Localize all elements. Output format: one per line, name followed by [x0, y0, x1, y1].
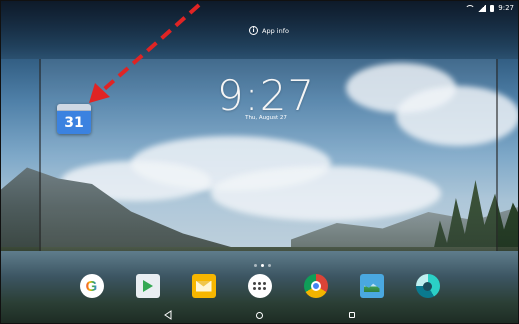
- dock: G: [1, 269, 518, 303]
- app-info-label: App info: [262, 26, 289, 35]
- email-app-icon[interactable]: [191, 274, 216, 298]
- wifi-icon: [464, 4, 476, 12]
- recents-icon: [348, 312, 355, 318]
- app-drawer-icon[interactable]: [247, 274, 272, 298]
- play-store-icon[interactable]: [135, 274, 160, 298]
- battery-icon: [490, 4, 495, 12]
- calendar-icon-header: [57, 104, 91, 111]
- back-button[interactable]: [163, 310, 173, 320]
- google-g-glyph: G: [85, 277, 98, 295]
- photos-icon[interactable]: [359, 274, 384, 298]
- chrome-icon[interactable]: [303, 274, 328, 298]
- home-icon: [256, 311, 263, 319]
- status-time: 9:27: [498, 4, 514, 12]
- calendar-icon-day: 31: [57, 111, 91, 134]
- tablet-screen: 9:27 i App info 9:27 Thu, August 27 31 G: [0, 0, 519, 324]
- status-bar: 9:27: [1, 1, 518, 15]
- clock-widget-time[interactable]: 9:27: [201, 71, 331, 120]
- google-app-icon[interactable]: G: [79, 274, 104, 298]
- back-icon: [163, 310, 171, 320]
- calendar-app-icon[interactable]: 31: [57, 104, 91, 134]
- app-info-drop-target[interactable]: i App info: [249, 26, 289, 35]
- page-dot-active: [261, 264, 264, 267]
- recents-button[interactable]: [347, 310, 357, 320]
- home-button[interactable]: [255, 310, 265, 320]
- info-icon: i: [249, 26, 258, 35]
- navigation-bar: [1, 305, 518, 323]
- camera-icon[interactable]: [415, 274, 440, 298]
- page-dot: [268, 264, 271, 267]
- page-indicator: [254, 264, 271, 267]
- page-dot: [254, 264, 257, 267]
- clock-widget-date: Thu, August 27: [245, 115, 287, 121]
- signal-icon: [478, 4, 487, 12]
